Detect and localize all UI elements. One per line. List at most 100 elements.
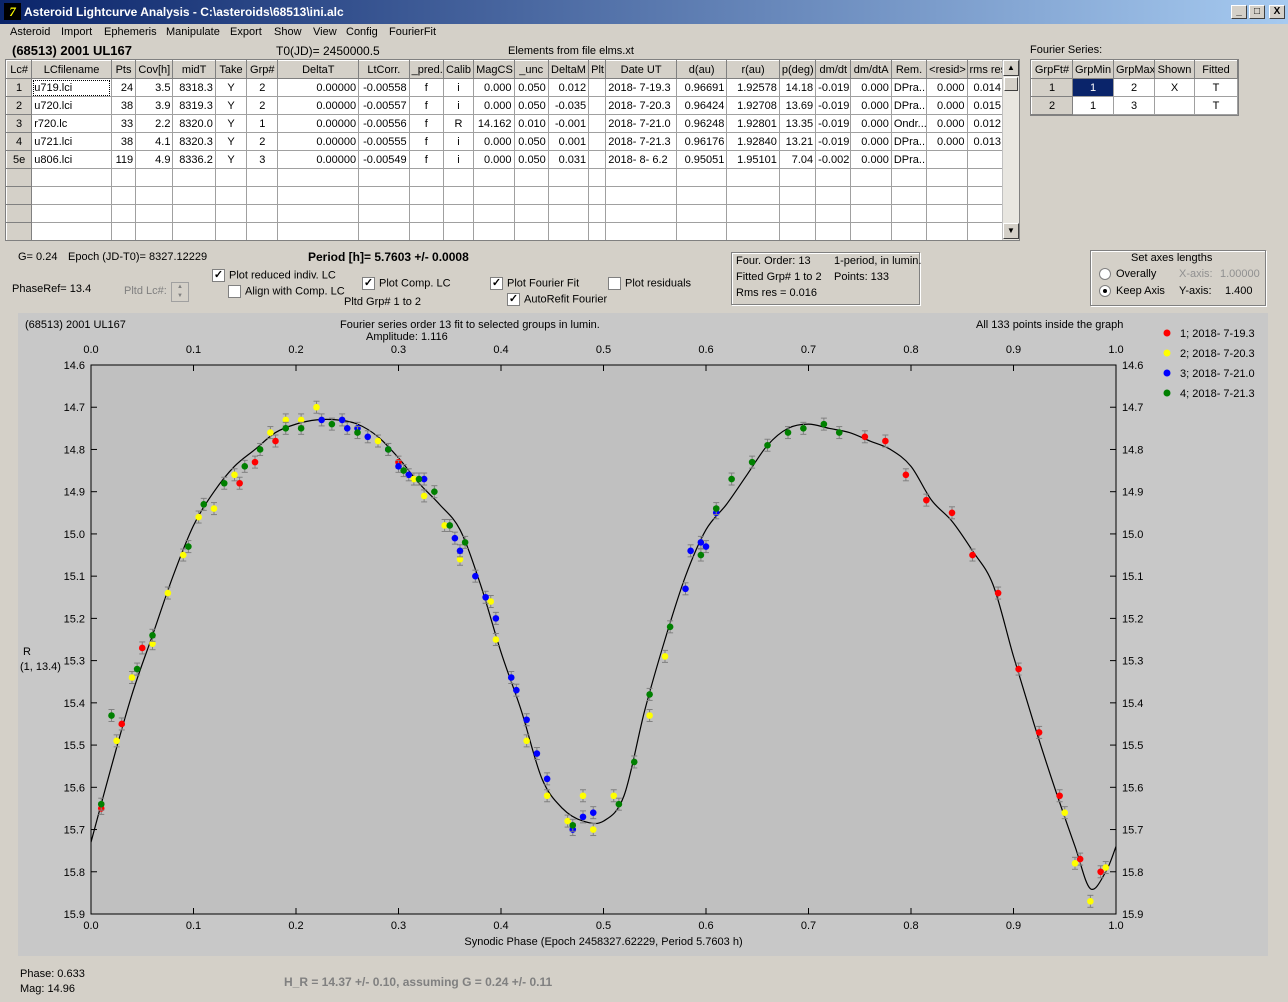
table-cell[interactable] bbox=[588, 168, 607, 187]
table-cell[interactable]: i bbox=[442, 78, 475, 97]
table-cell[interactable]: 14.18 bbox=[778, 78, 817, 97]
table-cell[interactable]: 8318.3 bbox=[172, 78, 216, 97]
table-cell[interactable]: -0.00555 bbox=[358, 132, 410, 151]
table-cell[interactable] bbox=[890, 186, 928, 205]
table-cell[interactable]: 0.00000 bbox=[277, 114, 360, 133]
table-cell[interactable] bbox=[547, 168, 590, 187]
table-cell[interactable] bbox=[966, 168, 1004, 187]
table-cell[interactable] bbox=[6, 204, 33, 223]
table-row[interactable]: 1 u719.lci 24 3.5 8318.3 Y 2 0.00000 -0.00558 f i 0… bbox=[6, 78, 1004, 97]
table-cell[interactable]: 0.96691 bbox=[675, 78, 728, 97]
table-cell[interactable]: 7.04 bbox=[778, 150, 817, 169]
table-cell[interactable]: 0.050 bbox=[513, 150, 549, 169]
fourier-cell[interactable]: 1 bbox=[1072, 96, 1114, 115]
fourier-cell[interactable]: 2 bbox=[1113, 78, 1155, 97]
table-cell[interactable] bbox=[778, 168, 817, 187]
table-cell[interactable] bbox=[966, 222, 1004, 240]
table-cell[interactable]: 1.95101 bbox=[726, 150, 780, 169]
table-cell[interactable]: 1.92578 bbox=[726, 78, 780, 97]
table-cell[interactable] bbox=[926, 222, 968, 240]
table-cell[interactable]: 0.001 bbox=[547, 132, 590, 151]
column-header[interactable]: DeltaM bbox=[547, 60, 590, 79]
table-scrollbar[interactable]: ▲ ▼ bbox=[1002, 60, 1019, 240]
table-cell[interactable] bbox=[588, 132, 607, 151]
table-cell[interactable] bbox=[442, 222, 475, 240]
table-cell[interactable] bbox=[214, 168, 248, 187]
table-cell[interactable]: 2 bbox=[246, 78, 279, 97]
column-header[interactable]: _pred. bbox=[408, 60, 444, 79]
table-cell[interactable]: 0.000 bbox=[473, 150, 515, 169]
table-cell[interactable]: 1.92840 bbox=[726, 132, 780, 151]
table-cell[interactable]: 0.95051 bbox=[675, 150, 728, 169]
table-cell[interactable] bbox=[675, 168, 728, 187]
table-cell[interactable] bbox=[358, 186, 410, 205]
table-cell[interactable] bbox=[675, 186, 728, 205]
table-cell[interactable]: 5e bbox=[6, 150, 33, 169]
table-row[interactable] bbox=[6, 204, 1004, 223]
table-cell[interactable] bbox=[588, 186, 607, 205]
table-cell[interactable] bbox=[675, 222, 728, 240]
table-cell[interactable]: 13.21 bbox=[778, 132, 817, 151]
chart-svg[interactable]: 0.0 0.0 0.1 0.1 0.2 0.2 0.3 0.3 0.4 0.4 0.5 0.5 0.6 0… bbox=[18, 313, 1268, 956]
fourier-cell[interactable]: T bbox=[1194, 78, 1238, 97]
table-cell[interactable]: Y bbox=[214, 96, 248, 115]
table-cell[interactable]: Ondr... bbox=[890, 114, 928, 133]
table-cell[interactable]: Y bbox=[214, 132, 248, 151]
column-header[interactable]: _unc bbox=[513, 60, 549, 79]
fourier-column-header[interactable]: GrpMax bbox=[1113, 60, 1155, 79]
menu-export[interactable]: Export bbox=[230, 26, 262, 38]
table-cell[interactable]: 0.000 bbox=[850, 78, 892, 97]
close-button[interactable]: X bbox=[1269, 5, 1285, 19]
table-cell[interactable]: r720.lc bbox=[31, 114, 112, 133]
table-cell[interactable] bbox=[172, 204, 216, 223]
fourier-column-header[interactable]: GrpMin bbox=[1072, 60, 1114, 79]
table-cell[interactable] bbox=[850, 204, 892, 223]
table-cell[interactable] bbox=[31, 186, 112, 205]
table-cell[interactable]: u719.lci bbox=[31, 78, 112, 97]
table-cell[interactable] bbox=[605, 186, 677, 205]
table-cell[interactable]: -0.001 bbox=[547, 114, 590, 133]
table-cell[interactable]: 0.96176 bbox=[675, 132, 728, 151]
table-cell[interactable]: -0.019 bbox=[815, 78, 852, 97]
menu-import[interactable]: Import bbox=[61, 26, 92, 38]
table-cell[interactable] bbox=[442, 168, 475, 187]
table-cell[interactable] bbox=[408, 168, 444, 187]
table-cell[interactable]: 0.000 bbox=[850, 150, 892, 169]
table-cell[interactable]: 3 bbox=[6, 114, 33, 133]
table-cell[interactable]: 3.9 bbox=[135, 96, 174, 115]
table-cell[interactable]: -0.00557 bbox=[358, 96, 410, 115]
table-cell[interactable] bbox=[442, 186, 475, 205]
table-cell[interactable]: DPra... bbox=[890, 78, 928, 97]
table-cell[interactable]: Y bbox=[214, 150, 248, 169]
table-cell[interactable]: 8320.3 bbox=[172, 132, 216, 151]
scroll-down-icon[interactable]: ▼ bbox=[1003, 223, 1019, 239]
table-cell[interactable]: 0.96424 bbox=[675, 96, 728, 115]
table-cell[interactable] bbox=[246, 168, 279, 187]
table-cell[interactable]: 8320.0 bbox=[172, 114, 216, 133]
table-cell[interactable]: DPra... bbox=[890, 96, 928, 115]
table-cell[interactable] bbox=[547, 186, 590, 205]
table-cell[interactable]: -0.035 bbox=[547, 96, 590, 115]
table-cell[interactable] bbox=[408, 204, 444, 223]
plot-comp-checkbox[interactable]: ✓ Plot Comp. LC bbox=[362, 277, 451, 290]
table-cell[interactable]: 0.050 bbox=[513, 96, 549, 115]
table-cell[interactable]: u720.lci bbox=[31, 96, 112, 115]
table-cell[interactable] bbox=[31, 168, 112, 187]
fourier-column-header[interactable]: Shown bbox=[1154, 60, 1195, 79]
x-axis-value[interactable]: 1.00000 bbox=[1220, 268, 1260, 280]
table-cell[interactable] bbox=[513, 168, 549, 187]
table-cell[interactable]: 1 bbox=[6, 78, 33, 97]
table-cell[interactable] bbox=[473, 222, 515, 240]
table-cell[interactable] bbox=[588, 78, 607, 97]
table-cell[interactable] bbox=[588, 96, 607, 115]
table-cell[interactable]: 1 bbox=[246, 114, 279, 133]
table-cell[interactable]: f bbox=[408, 114, 444, 133]
fourier-cell[interactable]: 1 bbox=[1031, 78, 1073, 97]
column-header[interactable]: Plt bbox=[588, 60, 607, 79]
table-cell[interactable] bbox=[442, 204, 475, 223]
table-cell[interactable]: f bbox=[408, 150, 444, 169]
column-header[interactable]: DeltaT bbox=[277, 60, 360, 79]
table-cell[interactable]: 2018- 7-21.3 bbox=[605, 132, 677, 151]
table-cell[interactable] bbox=[815, 204, 852, 223]
plot-fourier-checkbox[interactable]: ✓ Plot Fourier Fit bbox=[490, 277, 579, 290]
